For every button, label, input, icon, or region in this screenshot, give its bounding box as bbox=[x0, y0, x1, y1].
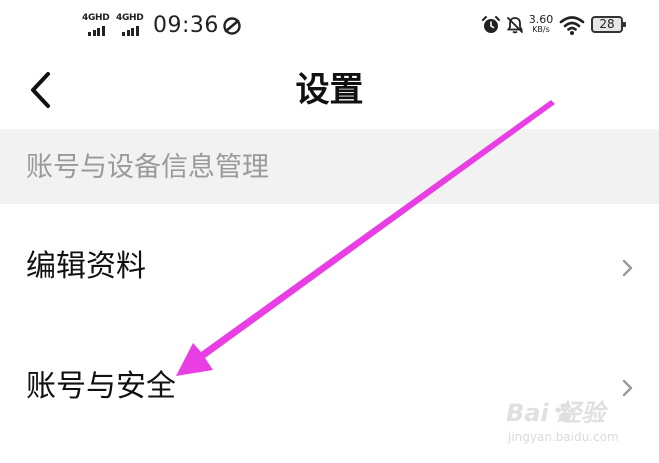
list-item-edit-profile[interactable]: 编辑资料 bbox=[0, 206, 659, 321]
network-speed-unit: KB/s bbox=[532, 25, 550, 34]
alarm-icon bbox=[482, 16, 500, 33]
list-item-label: 编辑资料 bbox=[26, 249, 146, 284]
sim2-signal-icon: 4GHD bbox=[116, 14, 146, 36]
network-speed: 3.60 KB/s bbox=[527, 14, 555, 34]
baidu-jingyan-watermark: Bai 经验 jingyan.baidu.com bbox=[506, 398, 646, 454]
sim1-signal-icon: 4GHD bbox=[82, 14, 112, 36]
chevron-right-icon bbox=[622, 379, 633, 397]
chevron-right-icon bbox=[622, 259, 633, 277]
sim1-network-label: 4GHD bbox=[82, 13, 110, 23]
status-time: 09:36 bbox=[153, 13, 219, 38]
sync-icon bbox=[223, 17, 241, 35]
sim2-network-label: 4GHD bbox=[116, 13, 144, 23]
battery-icon: 28 bbox=[591, 16, 626, 33]
paw-icon bbox=[555, 403, 576, 422]
list-item-label: 账号与安全 bbox=[26, 369, 176, 404]
app-header: 设置 bbox=[0, 52, 659, 129]
network-speed-value: 3.60 bbox=[528, 13, 554, 26]
section-title: 账号与设备信息管理 bbox=[26, 152, 269, 183]
status-bar: 4GHD 4GHD 09:36 3.60 KB/s 28 bbox=[0, 0, 659, 52]
page-title: 设置 bbox=[295, 70, 364, 110]
wifi-icon bbox=[559, 16, 585, 35]
section-header: 账号与设备信息管理 bbox=[0, 129, 659, 204]
bell-off-icon bbox=[506, 17, 524, 34]
watermark-url: jingyan.baidu.com bbox=[508, 430, 619, 444]
